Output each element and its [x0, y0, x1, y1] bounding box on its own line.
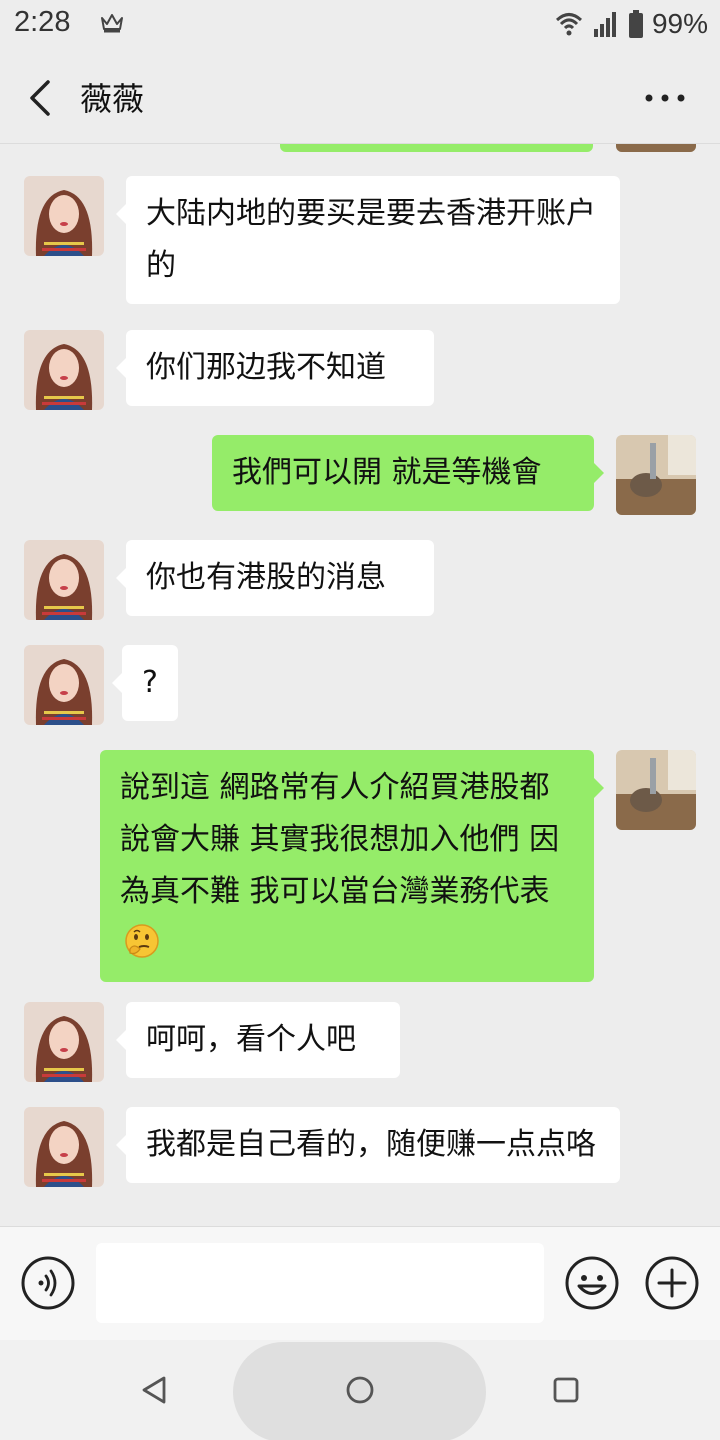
status-bar: 2:28 99% [0, 0, 720, 52]
contact-avatar[interactable] [24, 1002, 104, 1082]
contact-avatar[interactable] [24, 176, 104, 256]
nav-back-icon[interactable] [136, 1372, 172, 1408]
emoji-icon[interactable] [564, 1255, 620, 1311]
plus-icon[interactable] [644, 1255, 700, 1311]
message-bubble-partial[interactable] [280, 144, 593, 152]
message-bubble[interactable]: ? [112, 645, 178, 721]
contact-name: 薇薇 [80, 80, 145, 118]
self-avatar[interactable] [616, 435, 696, 515]
message-list[interactable]: 大陆内地的要买是要去香港开账户的 你们那边我不知道 我們可以開 就是等機會 你也… [0, 144, 720, 1226]
message-bubble[interactable]: 呵呵，看个人吧 [116, 1002, 400, 1078]
battery-icon [628, 10, 643, 38]
thinking-face-emoji-icon [125, 924, 159, 958]
back-arrow-icon[interactable] [22, 76, 62, 120]
contact-avatar[interactable] [24, 540, 104, 620]
message-input-bar [0, 1226, 720, 1340]
status-time: 2:28 [14, 6, 71, 38]
contact-avatar[interactable] [24, 330, 104, 410]
signal-icon [593, 12, 616, 37]
message-bubble[interactable]: 我們可以開 就是等機會 [212, 435, 604, 511]
contact-avatar[interactable] [24, 645, 104, 725]
message-bubble[interactable]: 你们那边我不知道 [116, 330, 434, 406]
battery-level: 99% [651, 8, 708, 39]
self-avatar[interactable] [616, 144, 696, 152]
nav-home-icon[interactable] [342, 1372, 378, 1408]
wifi-icon [555, 13, 582, 36]
message-input[interactable] [96, 1243, 544, 1323]
system-nav-bar [0, 1340, 720, 1440]
voice-input-icon[interactable] [20, 1255, 76, 1311]
message-bubble[interactable]: 我都是自己看的，随便赚一点点咯 [116, 1107, 620, 1183]
nav-recent-apps-icon[interactable] [548, 1372, 584, 1408]
message-bubble[interactable]: 說到這 網路常有人介紹買港股都說會大賺 其實我很想加入他們 因為真不難 我可以當… [100, 750, 604, 982]
chat-screen: 2:28 99% 薇薇 大陆内地的要买是要去香港开账户的 你们那边我不知道 我們… [0, 0, 720, 1440]
status-indicators: 99% [554, 6, 708, 42]
message-bubble[interactable]: 你也有港股的消息 [116, 540, 434, 616]
contact-avatar[interactable] [24, 1107, 104, 1187]
message-bubble[interactable]: 大陆内地的要买是要去香港开账户的 [116, 176, 620, 304]
chat-header: 薇薇 [0, 52, 720, 144]
message-text: 說到這 網路常有人介紹買港股都說會大賺 其實我很想加入他們 因為真不難 我可以當… [120, 770, 560, 909]
crown-icon [101, 14, 123, 33]
more-options-icon[interactable] [640, 80, 690, 116]
self-avatar[interactable] [616, 750, 696, 830]
